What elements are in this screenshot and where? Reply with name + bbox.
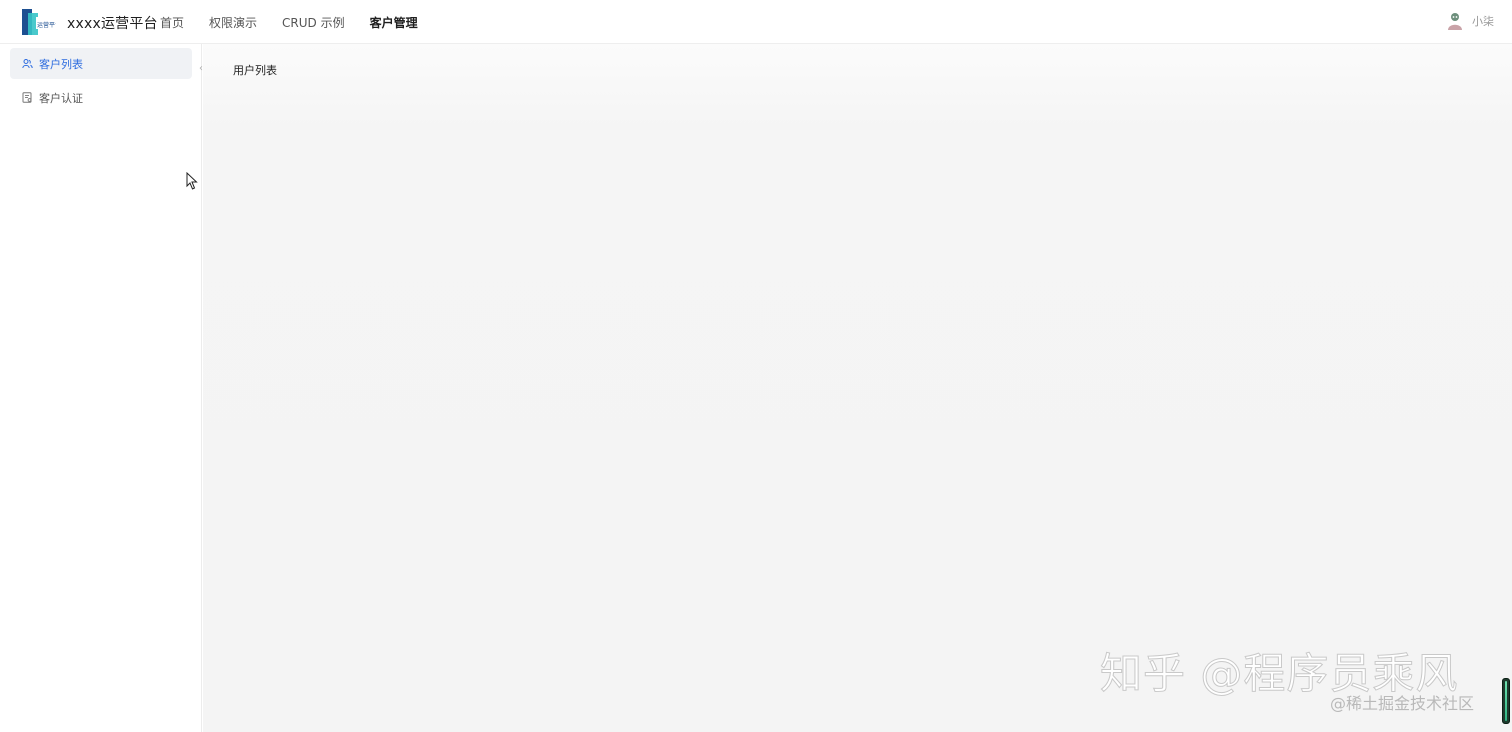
nav-home[interactable]: 首页 [160, 14, 184, 31]
page-title: 用户列表 [233, 64, 277, 77]
top-nav: 首页 权限演示 CRUD 示例 客户管理 [160, 0, 443, 44]
sidebar-item-customer-auth[interactable]: 客户认证 [10, 82, 192, 113]
app-title: xxxx运营平台 [67, 16, 158, 32]
app-logo[interactable]: 运营平台 [22, 9, 56, 35]
nav-permission-demo[interactable]: 权限演示 [209, 14, 257, 31]
user-name[interactable]: 小柒 [1472, 13, 1494, 29]
logo-text: 运营平台 [37, 21, 56, 29]
users-icon [22, 58, 33, 69]
sidebar-item-label: 客户列表 [39, 57, 83, 71]
document-icon [22, 92, 33, 103]
nav-customer-management[interactable]: 客户管理 [370, 14, 418, 31]
watermark-juejin: @稀土掘金技术社区 [1330, 694, 1475, 713]
main-content: 用户列表 [203, 44, 1512, 732]
scroll-indicator-fill [1505, 681, 1507, 721]
avatar-icon[interactable] [1446, 11, 1464, 31]
sidebar-item-label: 客户认证 [39, 91, 83, 105]
mouse-cursor-icon [186, 172, 198, 190]
scroll-indicator[interactable] [1502, 678, 1510, 724]
sidebar: 客户列表 客户认证 ‹ [0, 44, 203, 732]
nav-crud-example[interactable]: CRUD 示例 [282, 14, 345, 31]
top-header: 运营平台 xxxx运营平台 首页 权限演示 CRUD 示例 客户管理 小柒 [0, 0, 1512, 44]
user-menu[interactable]: 小柒 [1446, 11, 1494, 31]
sidebar-item-customer-list[interactable]: 客户列表 [10, 48, 192, 79]
